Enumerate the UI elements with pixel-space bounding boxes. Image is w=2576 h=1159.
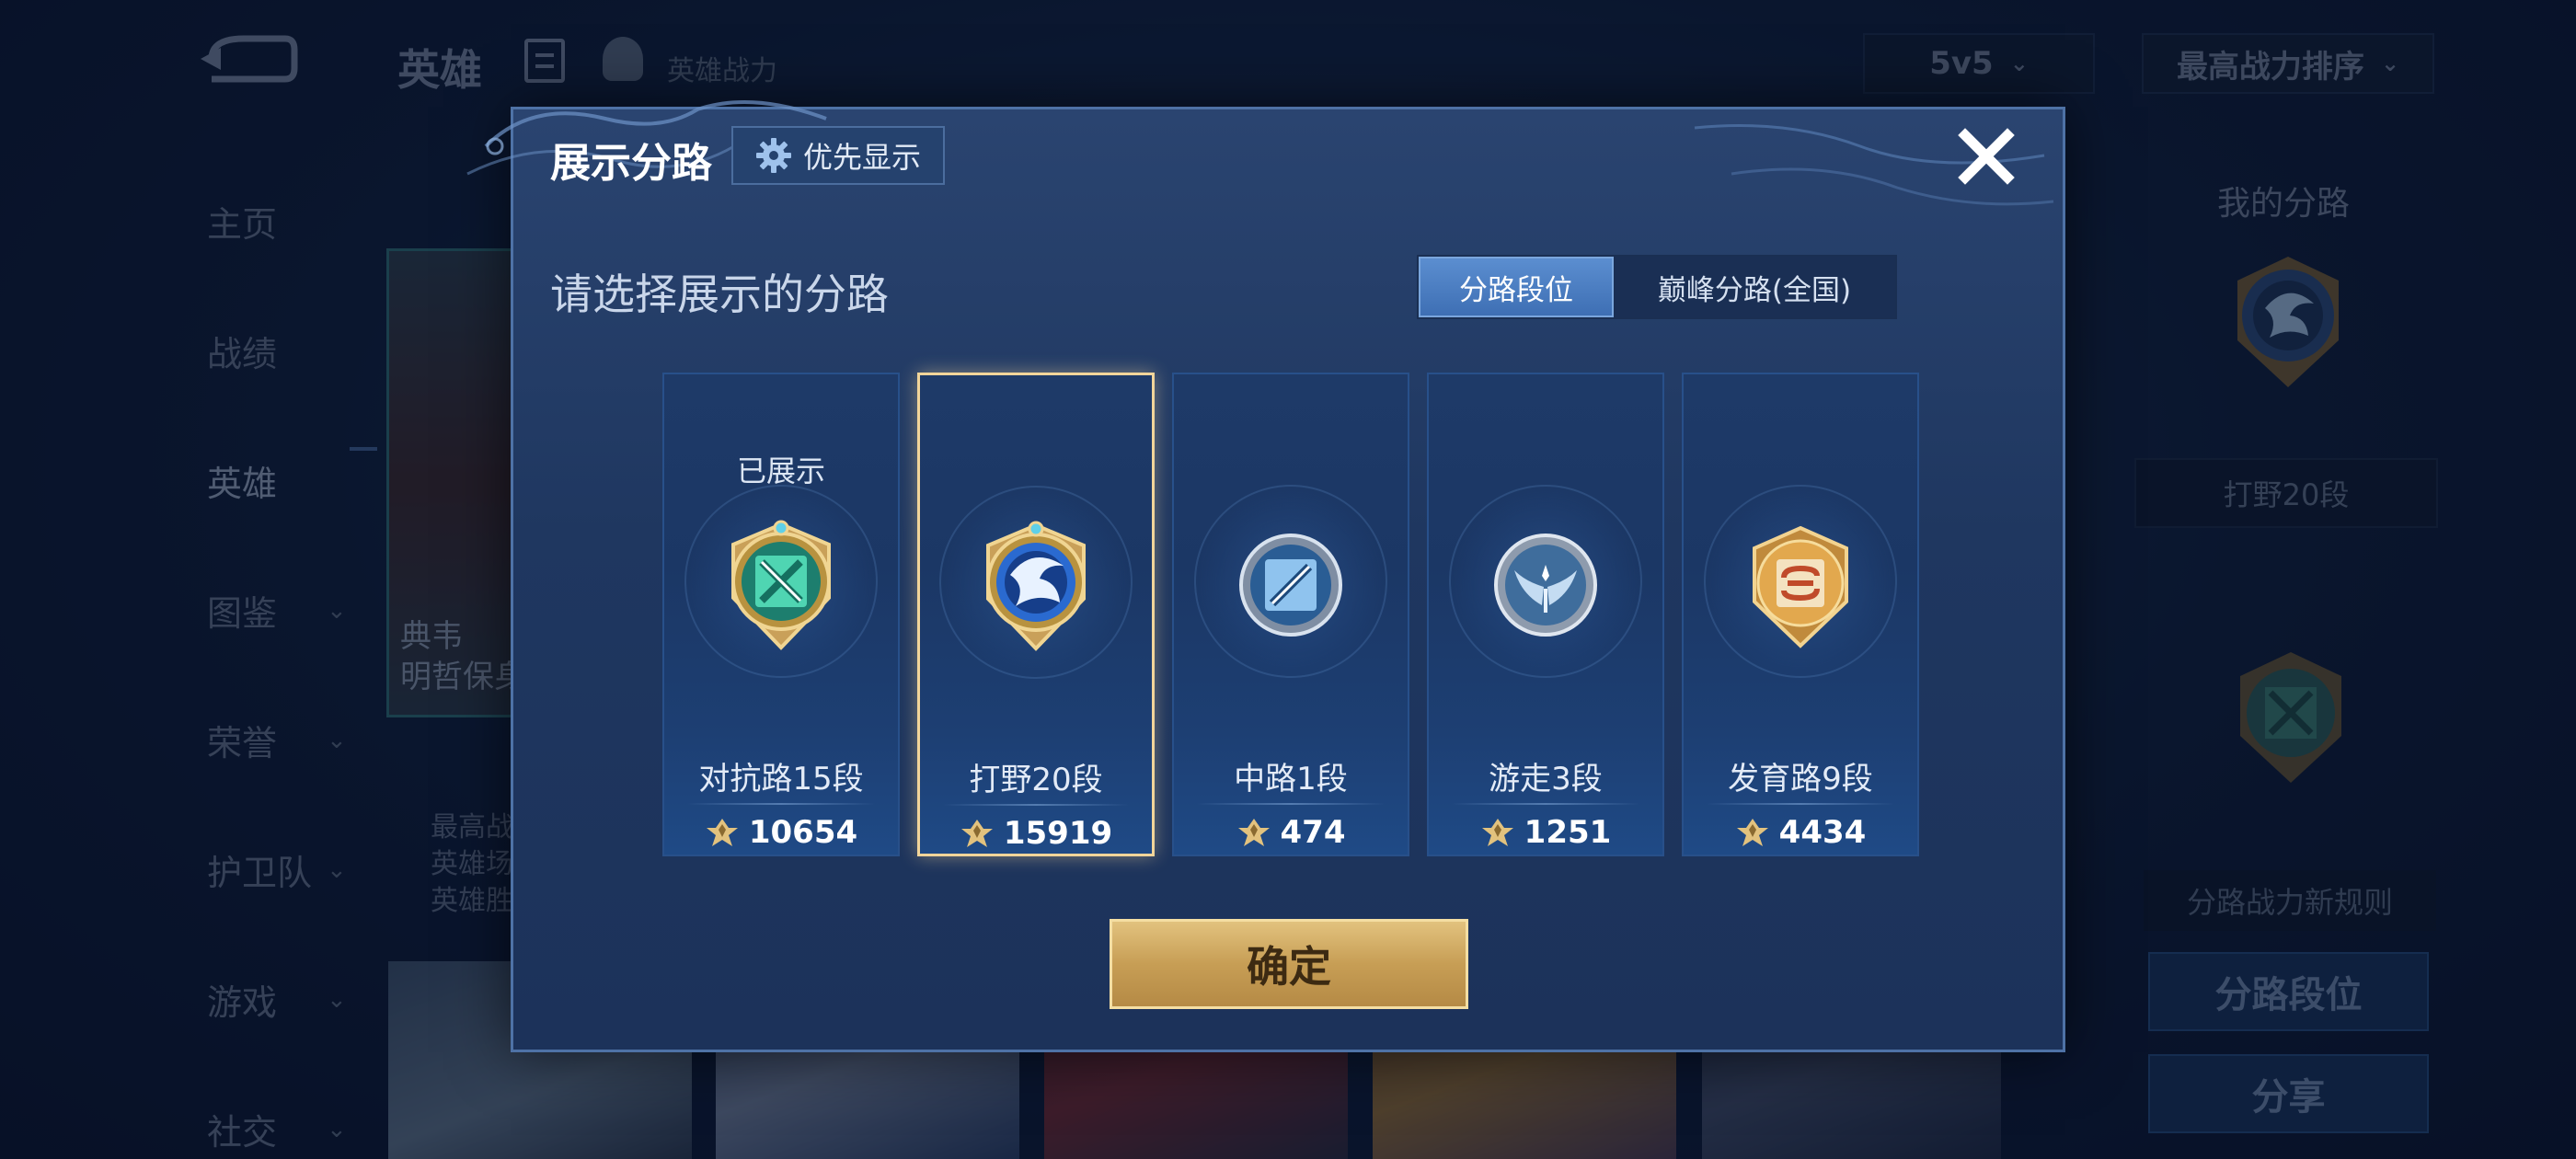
divider	[943, 804, 1129, 806]
dialog-title: 展示分路	[550, 140, 712, 187]
lane-power-value: 4434	[1778, 814, 1867, 851]
lane-option-jungle[interactable]: 打野20段 15919	[917, 373, 1155, 856]
divider	[1707, 803, 1894, 805]
lane-power: 15919	[920, 815, 1152, 852]
lane-rank-name: 中路1段	[1234, 761, 1348, 798]
lane-power-value: 474	[1280, 814, 1346, 851]
combat-power-icon	[1237, 819, 1270, 846]
combat-power-icon	[1481, 819, 1513, 846]
lane-rank-name: 对抗路15段	[698, 761, 864, 798]
lane-display-dialog: 展示分路 优先显示 请选择展示的分路 分路段位 巅峰分路(全国) 已展示 对抗路…	[466, 100, 2065, 1052]
lane-rank-name: 打野20段	[969, 762, 1103, 798]
priority-display-label: 优先显示	[802, 140, 921, 175]
combat-power-icon	[960, 820, 993, 847]
lane-options: 已展示 对抗路15段 10654 打野20段 15919 中路1段 474 游走…	[662, 373, 1925, 856]
lane-power-value: 1251	[1524, 814, 1612, 851]
lane-power-value: 15919	[1003, 815, 1113, 852]
clash-lane-badge-icon	[731, 520, 831, 650]
divider	[1197, 803, 1385, 805]
roam-wings-badge-icon	[1494, 534, 1597, 637]
mid-lane-badge-icon	[1239, 534, 1342, 637]
lane-type-segmented-control: 分路段位 巅峰分路(全国)	[1417, 255, 1897, 319]
tab-lane-rank[interactable]: 分路段位	[1419, 257, 1614, 317]
confirm-button[interactable]: 确定	[1110, 919, 1468, 1009]
lane-rank-name: 游走3段	[1489, 761, 1603, 798]
jungle-dragon-badge-icon	[986, 521, 1086, 651]
lane-power: 10654	[664, 814, 898, 851]
combat-power-icon	[1736, 819, 1768, 846]
farm-lane-badge-icon	[1753, 525, 1848, 648]
lane-power: 474	[1174, 814, 1408, 851]
lane-option-roam[interactable]: 游走3段 1251	[1427, 373, 1664, 856]
combat-power-icon	[706, 819, 738, 846]
dialog-subtitle: 请选择展示的分路	[550, 270, 889, 319]
close-icon[interactable]	[1954, 124, 2018, 189]
lane-option-clash[interactable]: 已展示 对抗路15段 10654	[662, 373, 900, 856]
lane-option-farm[interactable]: 发育路9段 4434	[1682, 373, 1919, 856]
lane-rank-name: 发育路9段	[1728, 761, 1873, 798]
divider	[1452, 803, 1639, 805]
priority-display-button[interactable]: 优先显示	[731, 126, 945, 185]
lane-option-mid[interactable]: 中路1段 474	[1172, 373, 1409, 856]
divider	[687, 803, 875, 805]
tab-peak-lane-national[interactable]: 巅峰分路(全国)	[1614, 257, 1895, 317]
lane-power: 4434	[1684, 814, 1917, 851]
lane-power-value: 10654	[748, 814, 858, 851]
lane-power: 1251	[1429, 814, 1662, 851]
gear-icon	[755, 138, 791, 173]
